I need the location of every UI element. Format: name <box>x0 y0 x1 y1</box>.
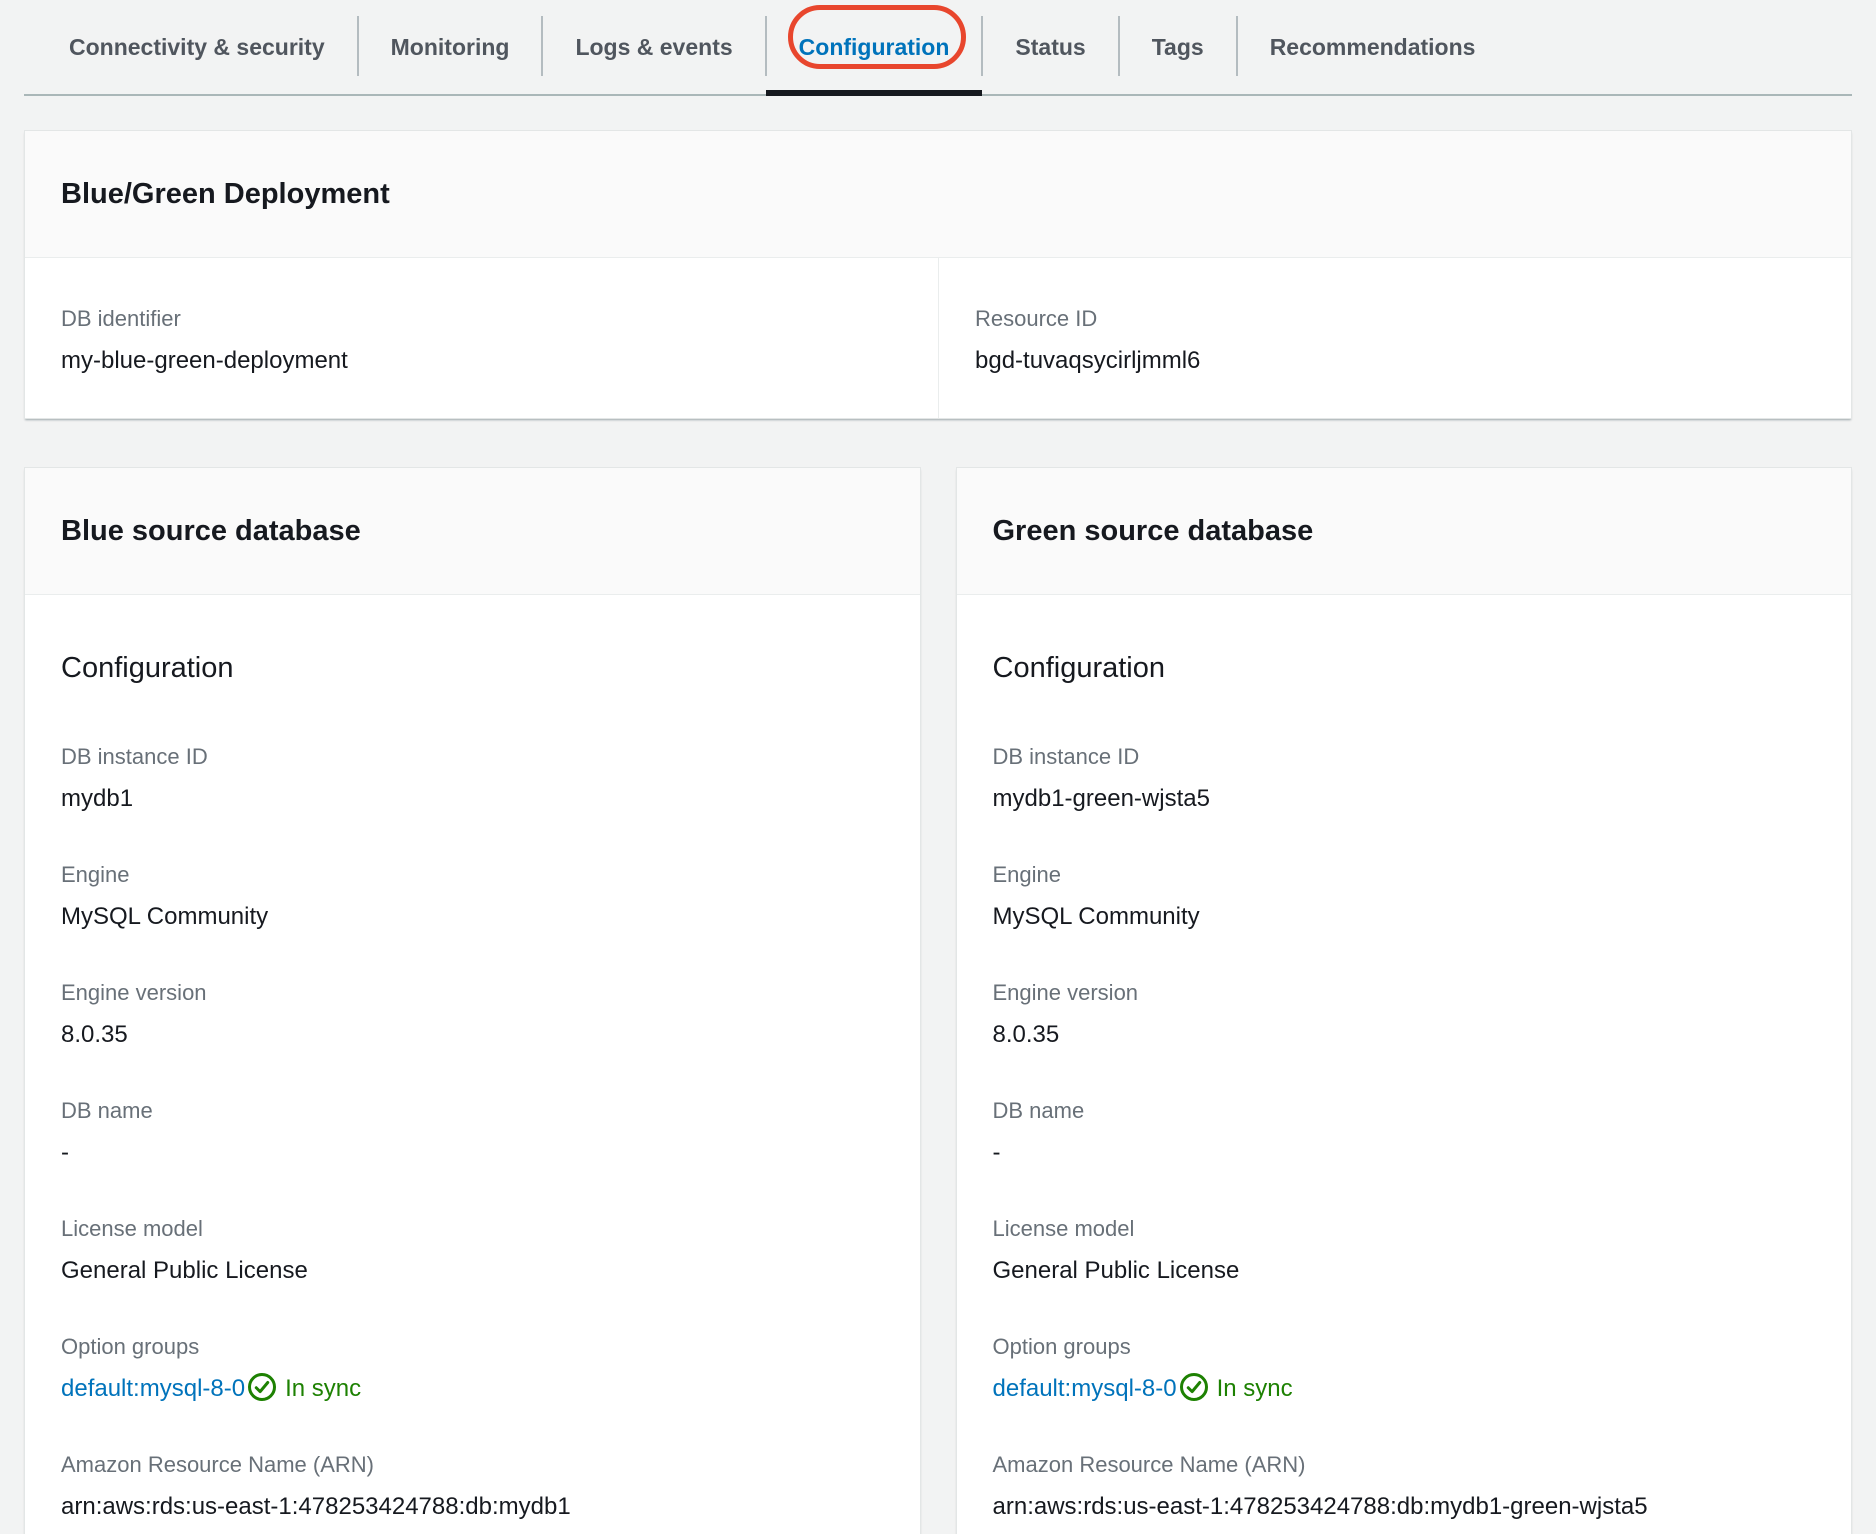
deployment-panel-title: Blue/Green Deployment <box>61 177 1815 211</box>
source-database-cards: Blue source database Configuration DB in… <box>24 467 1852 1534</box>
field-engine: Engine MySQL Community <box>61 860 884 934</box>
field-label: Engine version <box>61 978 884 1008</box>
field-engine-version: Engine version 8.0.35 <box>993 978 1816 1052</box>
field-option-groups: Option groups default:mysql-8-0 In sync <box>993 1332 1816 1406</box>
field-value: General Public License <box>993 1254 1816 1288</box>
field-amazon-resource-name-arn: Amazon Resource Name (ARN) arn:aws:rds:us… <box>61 1450 884 1524</box>
field-db-instance-id: DB instance ID mydb1 <box>61 742 884 816</box>
tab-recommendations[interactable]: Recommendations <box>1237 0 1509 94</box>
field-label: Engine <box>61 860 884 890</box>
field-label: License model <box>993 1214 1816 1244</box>
field-label: DB name <box>61 1096 884 1126</box>
field-value: 8.0.35 <box>61 1018 884 1052</box>
tab-label: Configuration <box>799 34 950 61</box>
field-label: License model <box>61 1214 884 1244</box>
field-label: DB identifier <box>61 304 902 334</box>
check-circle-icon <box>247 1372 277 1402</box>
field-label: Option groups <box>993 1332 1816 1362</box>
tab-label: Recommendations <box>1270 34 1476 61</box>
field-label: Option groups <box>61 1332 884 1362</box>
deployment-panel-body: DB identifier my-blue-green-deployment Res… <box>25 258 1851 418</box>
in-sync-status: In sync <box>285 1375 361 1402</box>
tab-label: Tags <box>1152 34 1204 61</box>
green-card-title: Green source database <box>993 514 1816 548</box>
field-license-model: License model General Public License <box>993 1214 1816 1288</box>
field-value: mydb1-green-wjsta5 <box>993 782 1816 816</box>
field-value: MySQL Community <box>61 900 884 934</box>
field-label: Amazon Resource Name (ARN) <box>993 1450 1816 1480</box>
field-label: DB name <box>993 1096 1816 1126</box>
field-value: default:mysql-8-0 In sync <box>993 1372 1816 1406</box>
tab-logs-events[interactable]: Logs & events <box>542 0 765 94</box>
field-value: MySQL Community <box>993 900 1816 934</box>
tab-connectivity-security[interactable]: Connectivity & security <box>36 0 358 94</box>
blue-source-database-card: Blue source database Configuration DB in… <box>24 467 921 1534</box>
field-label: DB instance ID <box>993 742 1816 772</box>
field-option-groups: Option groups default:mysql-8-0 In sync <box>61 1332 884 1406</box>
field-label: Resource ID <box>975 304 1815 334</box>
blue-card-body: Configuration DB instance ID mydb1 Engine M… <box>25 595 920 1534</box>
green-source-database-card: Green source database Configuration DB i… <box>956 467 1853 1534</box>
tab-label: Connectivity & security <box>69 34 325 61</box>
field-value: - <box>993 1136 1816 1170</box>
green-card-body: Configuration DB instance ID mydb1-green-… <box>957 595 1852 1534</box>
configuration-tab-content: Blue/Green Deployment DB identifier my-bl… <box>24 130 1852 1534</box>
field-value: General Public License <box>61 1254 884 1288</box>
tab-status[interactable]: Status <box>982 0 1118 94</box>
field-label: Engine <box>993 860 1816 890</box>
green-configuration-section-title: Configuration <box>993 649 1816 687</box>
field-value: default:mysql-8-0 In sync <box>61 1372 884 1406</box>
field-value: arn:aws:rds:us-east-1:478253424788:db:my… <box>61 1490 884 1524</box>
in-sync-status: In sync <box>1217 1375 1293 1402</box>
check-circle-icon <box>1179 1372 1209 1402</box>
field-value: bgd-tuvaqsycirljmml6 <box>975 344 1815 378</box>
field-label: Engine version <box>993 978 1816 1008</box>
field-value: - <box>61 1136 884 1170</box>
blue-card-title: Blue source database <box>61 514 884 548</box>
field-value: mydb1 <box>61 782 884 816</box>
field-value: 8.0.35 <box>993 1018 1816 1052</box>
field-label: Amazon Resource Name (ARN) <box>61 1450 884 1480</box>
blue-configuration-section-title: Configuration <box>61 649 884 687</box>
field-amazon-resource-name-arn: Amazon Resource Name (ARN) arn:aws:rds:us… <box>993 1450 1816 1524</box>
field-license-model: License model General Public License <box>61 1214 884 1288</box>
green-card-header: Green source database <box>957 468 1852 595</box>
option-group-link[interactable]: default:mysql-8-0 <box>61 1375 245 1402</box>
tab-configuration[interactable]: Configuration <box>766 0 983 94</box>
field-label: DB instance ID <box>61 742 884 772</box>
deployment-panel: Blue/Green Deployment DB identifier my-bl… <box>24 130 1852 419</box>
tab-label: Status <box>1015 34 1085 61</box>
blue-configuration-fields: DB instance ID mydb1 Engine MySQL Community… <box>61 742 884 1524</box>
field-resource-id: Resource ID bgd-tuvaqsycirljmml6 <box>938 258 1851 418</box>
field-db-identifier: DB identifier my-blue-green-deployment <box>25 258 938 418</box>
green-configuration-fields: DB instance ID mydb1-green-wjsta5 Engine My… <box>993 742 1816 1524</box>
field-engine: Engine MySQL Community <box>993 860 1816 934</box>
field-db-name: DB name - <box>993 1096 1816 1170</box>
field-db-name: DB name - <box>61 1096 884 1170</box>
tab-bar: Connectivity & security Monitoring Logs & … <box>24 0 1852 96</box>
tab-label: Monitoring <box>391 34 510 61</box>
field-value: my-blue-green-deployment <box>61 344 902 378</box>
tab-monitoring[interactable]: Monitoring <box>358 0 543 94</box>
tab-label: Logs & events <box>575 34 732 61</box>
option-group-link[interactable]: default:mysql-8-0 <box>993 1375 1177 1402</box>
blue-card-header: Blue source database <box>25 468 920 595</box>
field-db-instance-id: DB instance ID mydb1-green-wjsta5 <box>993 742 1816 816</box>
field-engine-version: Engine version 8.0.35 <box>61 978 884 1052</box>
deployment-panel-header: Blue/Green Deployment <box>25 131 1851 258</box>
field-value: arn:aws:rds:us-east-1:478253424788:db:my… <box>993 1490 1816 1524</box>
tab-tags[interactable]: Tags <box>1119 0 1237 94</box>
